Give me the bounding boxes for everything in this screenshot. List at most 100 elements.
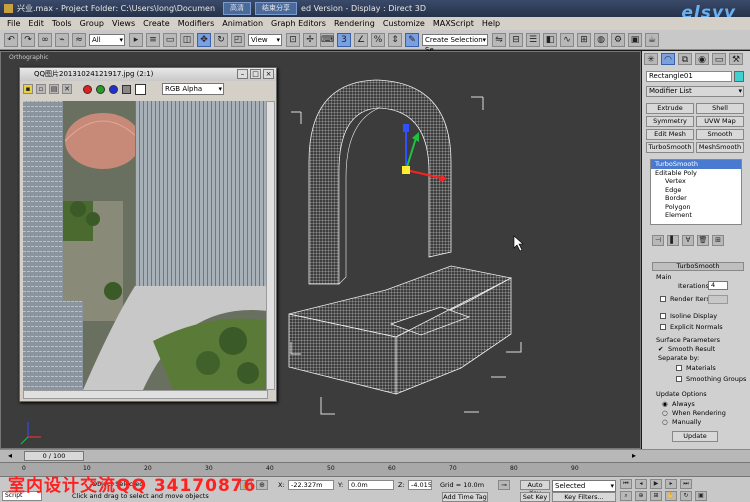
end-share-button[interactable]: 结束分享: [255, 2, 298, 15]
smoothing-groups-checkbox[interactable]: [676, 376, 682, 382]
pivot-center-icon[interactable]: ⊡: [286, 32, 300, 47]
make-unique-icon[interactable]: ∀: [682, 235, 694, 246]
frame-vertical-scrollbar[interactable]: [266, 101, 275, 390]
blue-channel-icon[interactable]: [109, 84, 118, 94]
pin-stack-icon[interactable]: ⊣: [652, 235, 664, 246]
slider-left-arrow-icon[interactable]: ◂: [8, 451, 12, 460]
frame-horizontal-scrollbar[interactable]: [23, 390, 268, 399]
prev-frame-icon[interactable]: ◂: [635, 479, 647, 489]
hd-button[interactable]: 高清: [223, 2, 252, 15]
green-channel-icon[interactable]: [96, 84, 105, 94]
stack-item[interactable]: Border: [651, 194, 741, 203]
slider-right-arrow-icon[interactable]: ▸: [632, 451, 636, 460]
alpha-channel-icon[interactable]: [122, 84, 131, 94]
named-selection-dropdown[interactable]: Create Selection Se: [422, 33, 488, 54]
extrude-button[interactable]: Extrude: [646, 103, 694, 114]
angle-snap-icon[interactable]: ∠: [354, 32, 368, 47]
z-coordinate-field[interactable]: -4.015m: [408, 480, 432, 490]
spinner-snap-icon[interactable]: ⇕: [388, 32, 402, 47]
object-color-swatch[interactable]: [734, 71, 744, 82]
manipulate-icon[interactable]: ✢: [303, 32, 317, 47]
utilities-tab-icon[interactable]: ⚒: [729, 53, 743, 65]
bind-space-warp-icon[interactable]: ≈: [72, 32, 86, 47]
selection-filter-dropdown[interactable]: All: [89, 33, 125, 46]
snap-toggle-icon[interactable]: 3: [337, 32, 351, 47]
smooth-button[interactable]: Smooth: [696, 129, 744, 140]
rect-selection-icon[interactable]: ▭: [163, 32, 177, 47]
select-object-icon[interactable]: ▸: [129, 32, 143, 47]
auto-key-button[interactable]: Auto Key: [520, 480, 550, 497]
layer-manager-icon[interactable]: ☰: [526, 32, 540, 47]
copy-icon[interactable]: ▫: [36, 84, 46, 94]
render-setup-icon[interactable]: ⚙: [611, 32, 625, 47]
render-iters-checkbox[interactable]: [660, 296, 666, 302]
red-channel-icon[interactable]: [83, 84, 92, 94]
save-icon[interactable]: ▪: [23, 84, 33, 94]
configure-sets-icon[interactable]: ⊞: [712, 235, 724, 246]
smooth-result-check-icon[interactable]: ✔: [658, 345, 663, 353]
key-filters-button[interactable]: Key Filters...: [552, 492, 616, 502]
motion-tab-icon[interactable]: ◉: [695, 53, 709, 65]
channel-display-dropdown[interactable]: RGB Alpha: [162, 83, 224, 95]
select-by-name-icon[interactable]: ≡: [146, 32, 160, 47]
menu-customize[interactable]: Customize: [379, 19, 429, 28]
maximize-viewport-icon[interactable]: ▣: [695, 491, 707, 501]
percent-snap-icon[interactable]: %: [371, 32, 385, 47]
absolute-mode-icon[interactable]: ⊕: [256, 480, 268, 490]
minimize-icon[interactable]: –: [237, 69, 248, 79]
align-icon[interactable]: ⊟: [509, 32, 523, 47]
menu-graph-editors[interactable]: Graph Editors: [267, 19, 330, 28]
manually-radio-icon[interactable]: ○: [662, 418, 668, 426]
link-icon[interactable]: ∞: [38, 32, 52, 47]
display-tab-icon[interactable]: ▭: [712, 53, 726, 65]
create-tab-icon[interactable]: ✳: [644, 53, 658, 65]
reference-coordinate-dropdown[interactable]: View: [248, 33, 282, 46]
when-rendering-radio-icon[interactable]: ○: [662, 409, 668, 417]
isoline-display-checkbox[interactable]: [660, 313, 666, 319]
curve-editor-icon[interactable]: ∿: [560, 32, 574, 47]
remove-modifier-icon[interactable]: 🗑: [697, 235, 709, 246]
next-frame-icon[interactable]: ▸: [665, 479, 677, 489]
set-key-button[interactable]: Set Key: [520, 492, 550, 502]
stack-item[interactable]: Editable Poly: [651, 169, 741, 178]
orbit-icon[interactable]: ↻: [680, 491, 692, 501]
keyboard-shortcut-icon[interactable]: ⌨: [320, 32, 334, 47]
zoom-icon[interactable]: ⌕: [620, 491, 632, 501]
modify-tab-icon[interactable]: ◠: [661, 53, 675, 65]
uvw-map-button[interactable]: UVW Map: [696, 116, 744, 127]
y-coordinate-field[interactable]: 0.0m: [348, 480, 394, 490]
always-radio-icon[interactable]: ◉: [662, 400, 668, 408]
unlink-icon[interactable]: ⌁: [55, 32, 69, 47]
goto-end-icon[interactable]: ⏭: [680, 479, 692, 489]
menu-rendering[interactable]: Rendering: [330, 19, 379, 28]
shell-button[interactable]: Shell: [696, 103, 744, 114]
menu-animation[interactable]: Animation: [218, 19, 267, 28]
menu-group[interactable]: Group: [76, 19, 108, 28]
clear-icon[interactable]: ✕: [62, 84, 72, 94]
window-crossing-icon[interactable]: ◫: [180, 32, 194, 47]
turbosmooth-button[interactable]: TurboSmooth: [646, 142, 694, 153]
menu-create[interactable]: Create: [139, 19, 174, 28]
zoom-extents-icon[interactable]: ⊞: [650, 491, 662, 501]
redo-icon[interactable]: ↷: [21, 32, 35, 47]
x-coordinate-field[interactable]: -22.327m: [288, 480, 334, 490]
stack-item[interactable]: Polygon: [651, 203, 741, 212]
key-mode-icon[interactable]: ⊸: [498, 480, 510, 490]
symmetry-button[interactable]: Symmetry: [646, 116, 694, 127]
time-slider-thumb[interactable]: 0 / 100: [24, 451, 84, 461]
explicit-normals-checkbox[interactable]: [660, 324, 666, 330]
goto-start-icon[interactable]: ⏮: [620, 479, 632, 489]
play-icon[interactable]: ▶: [650, 479, 662, 489]
mirror-icon[interactable]: ⇋: [492, 32, 506, 47]
hierarchy-tab-icon[interactable]: ⧉: [678, 53, 692, 65]
render-iters-spinner[interactable]: [708, 295, 728, 304]
clone-icon[interactable]: ▤: [49, 84, 59, 94]
maximize-icon[interactable]: □: [250, 69, 261, 79]
menu-help[interactable]: Help: [478, 19, 504, 28]
material-editor-icon[interactable]: ◍: [594, 32, 608, 47]
menu-tools[interactable]: Tools: [48, 19, 76, 28]
add-time-tag-button[interactable]: Add Time Tag: [442, 492, 488, 502]
update-button[interactable]: Update: [672, 431, 718, 442]
stack-item[interactable]: Vertex: [651, 177, 741, 186]
meshsmooth-button[interactable]: MeshSmooth: [696, 142, 744, 153]
